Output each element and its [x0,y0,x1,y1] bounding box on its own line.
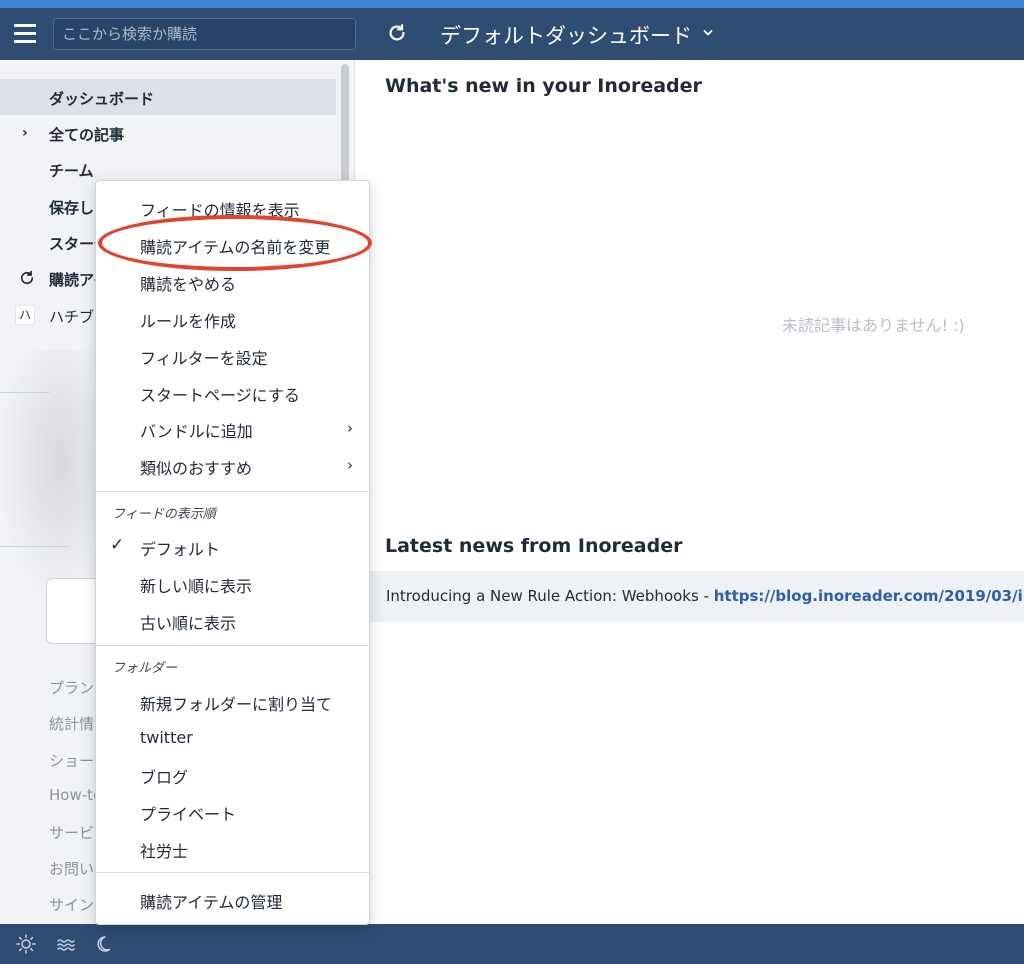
divider [0,546,70,547]
menu-divider [96,645,369,646]
menu-section-folders: フォルダー [112,661,178,676]
menu-item-feed-info[interactable]: フィードの情報を表示 [96,190,369,224]
chevron-down-icon[interactable] [703,28,713,38]
sidebar-item-all-articles[interactable]: › 全ての記事 [0,115,336,151]
footer-link-services[interactable]: サービス [49,822,99,843]
menu-item-label: 購読をやめる [140,275,237,294]
blurred-region [0,350,110,600]
dashboard-title[interactable]: デフォルトダッシュボード [440,20,692,50]
menu-item-label: バンドルに追加 [140,422,253,441]
footer-link-contact[interactable]: お問い合わせ [49,858,99,879]
menu-item-folder-twitter[interactable]: twitter [96,721,369,755]
menu-item-set-filter[interactable]: フィルターを設定 [96,338,369,372]
waves-icon[interactable] [56,934,76,954]
news-item-text: Introducing a New Rule Action: Webhooks … [386,587,714,605]
sidebar-item-label: 全ての記事 [49,126,125,144]
bottom-bar [0,924,1024,964]
menu-item-label: 購読アイテムの管理 [140,893,283,912]
menu-item-label: 類似のおすすめ [140,459,253,478]
menu-item-set-start-page[interactable]: スタートページにする [96,375,369,409]
sun-icon[interactable] [16,934,36,954]
checkmark-icon: ✓ [110,535,125,555]
menu-item-folder-sharoushi[interactable]: 社労士 [96,831,369,865]
refresh-icon [20,270,34,285]
menu-divider [96,872,369,873]
feed-favicon: ハ [15,305,35,325]
footer-link-howto[interactable]: How-to [49,786,99,804]
news-item-link[interactable]: https://blog.inoreader.com/2019/03/intro… [714,587,1024,605]
menu-item-rename[interactable]: 購読アイテムの名前を変更 [96,227,369,261]
main-panel: What's new in your Inoreader 未読記事はありません!… [370,60,1024,924]
accent-strip [0,0,1024,8]
context-menu: フィードの情報を表示 購読アイテムの名前を変更 購読をやめる ルールを作成 フィ… [95,180,370,925]
footer-link-stats[interactable]: 統計情報 [49,713,99,734]
footer-link-shortcuts[interactable]: ショートカット [49,750,99,771]
menu-section-sort: フィードの表示順 [112,507,216,522]
menu-item-label: 古い順に表示 [140,614,237,633]
latest-news-title: Latest news from Inoreader [385,535,683,557]
search-input[interactable] [53,18,356,50]
menu-item-label: 購読アイテムの名前を変更 [140,238,331,257]
menu-item-sort-newest[interactable]: 新しい順に表示 [96,566,369,600]
menu-item-label: デフォルト [140,540,221,559]
sidebar-item-label: チーム [49,162,94,180]
footer-link-plans[interactable]: プラン [49,677,99,698]
menu-item-new-folder[interactable]: 新規フォルダーに割り当て [96,684,369,718]
menu-item-folder-blog[interactable]: ブログ [96,757,369,791]
menu-divider [96,491,369,492]
chevron-right-icon: › [347,456,353,474]
chevron-right-icon: › [347,419,353,437]
refresh-icon[interactable] [386,22,408,44]
menu-item-label: スタートページにする [140,386,300,405]
menu-item-sort-oldest[interactable]: 古い順に表示 [96,603,369,637]
menu-item-similar[interactable]: 類似のおすすめ › [96,448,369,482]
menu-item-label: フィードの情報を表示 [140,201,300,220]
menu-item-label: 新規フォルダーに割り当て [140,695,333,714]
sidebar-item-dashboard[interactable]: ダッシュボード [0,79,336,115]
divider [0,392,50,393]
menu-item-unsubscribe[interactable]: 購読をやめる [96,264,369,298]
hamburger-icon[interactable] [14,24,36,44]
menu-item-label: twitter [140,728,193,747]
menu-item-label: ルールを作成 [140,312,237,331]
footer-link-signout[interactable]: サインアウト [49,894,99,915]
whats-new-title: What's new in your Inoreader [385,75,702,97]
chevron-right-icon[interactable]: › [22,125,28,141]
menu-item-folder-private[interactable]: プライベート [96,794,369,828]
sidebar-item-label: ハチブ [49,308,95,326]
menu-item-create-rule[interactable]: ルールを作成 [96,301,369,335]
menu-item-add-to-bundle[interactable]: バンドルに追加 › [96,411,369,445]
menu-item-label: 社労士 [140,842,189,861]
empty-message: 未読記事はありません! :) [782,316,965,335]
sidebar-item-label: ダッシュボード [49,90,155,108]
menu-item-label: プライベート [140,805,237,824]
menu-item-label: フィルターを設定 [140,349,268,368]
menu-item-manage-subscriptions[interactable]: 購読アイテムの管理 [96,882,369,916]
news-item[interactable]: Introducing a New Rule Action: Webhooks … [370,571,1024,622]
menu-item-label: ブログ [140,768,189,787]
menu-item-label: 新しい順に表示 [140,577,253,596]
moon-icon[interactable] [96,934,116,954]
menu-item-sort-default[interactable]: ✓ デフォルト [96,529,369,563]
top-bar: デフォルトダッシュボード [0,8,1024,60]
